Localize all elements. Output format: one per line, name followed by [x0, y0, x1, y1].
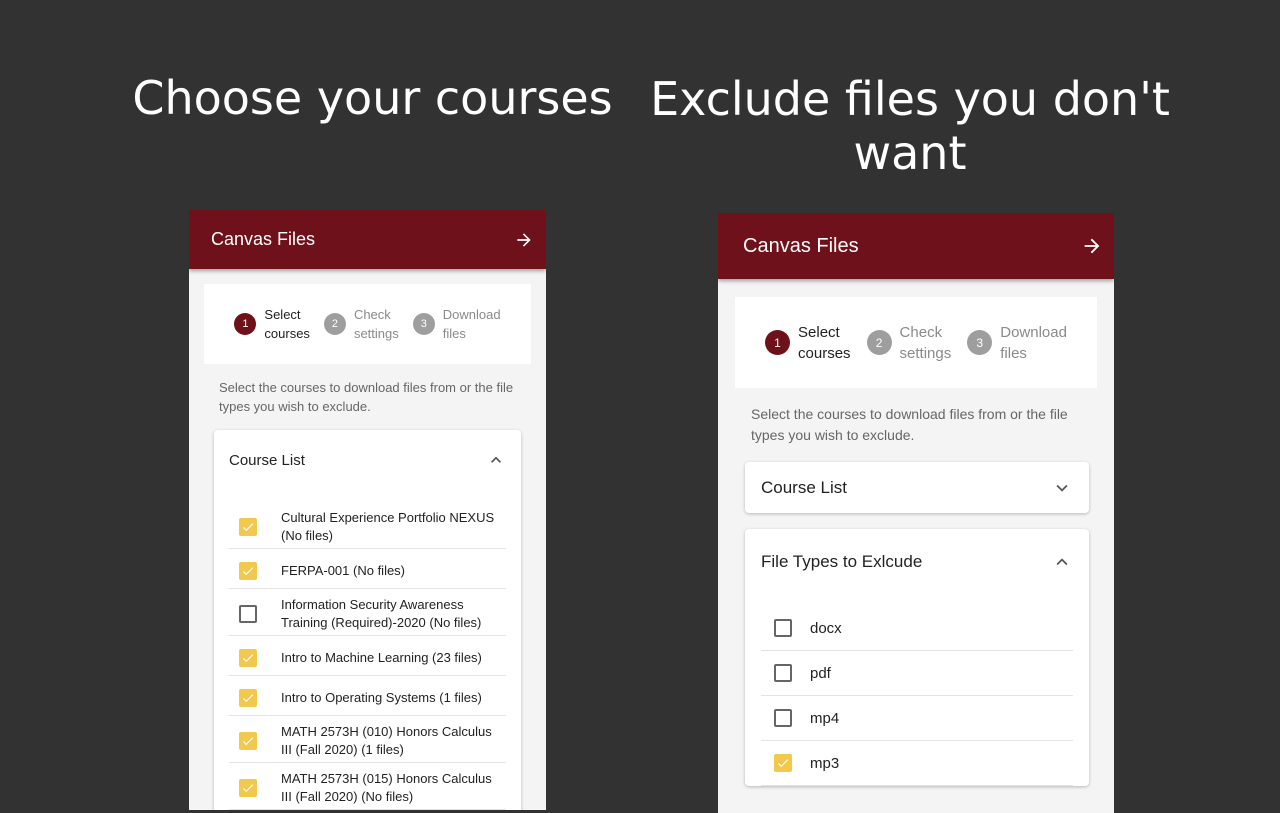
- headline-exclude-files: Exclude files you don't want: [650, 72, 1170, 180]
- file-type-item[interactable]: mp4: [761, 696, 1073, 741]
- checkbox-unchecked[interactable]: [239, 605, 257, 623]
- course-list-title: Course List: [761, 477, 847, 497]
- chevron-up-icon[interactable]: [486, 450, 506, 470]
- step-label: Download files: [1000, 323, 1067, 362]
- course-item-label: Cultural Experience Portfolio NEXUS (No …: [281, 510, 495, 543]
- file-type-list: docx pdf mp4 mp3: [761, 606, 1073, 786]
- course-list-header[interactable]: Course List: [229, 430, 506, 490]
- course-item-label: MATH 2573H (010) Honors Calculus III (Fa…: [281, 724, 492, 757]
- file-type-item-label: docx: [810, 619, 842, 637]
- step-download-files[interactable]: 3 Download files: [967, 322, 1067, 364]
- checkbox-checked[interactable]: [239, 688, 257, 707]
- stepper: 1 Select courses 2 Check settings 3 Downlo…: [204, 284, 531, 364]
- course-item[interactable]: Information Security Awareness Training …: [229, 589, 506, 636]
- description-text: Select the courses to download files fro…: [219, 380, 514, 414]
- checkbox-checked[interactable]: [239, 648, 257, 667]
- course-item[interactable]: MATH 2573H (015) Honors Calculus III (Fa…: [229, 763, 506, 810]
- step-label: Check settings: [353, 307, 399, 341]
- file-type-item-label: mp3: [810, 754, 840, 772]
- file-types-panel: File Types to Exlcude docx pdf mp4 mp3: [745, 529, 1089, 786]
- checkbox-unchecked[interactable]: [774, 709, 792, 727]
- checkbox-checked[interactable]: [774, 754, 792, 772]
- step-label: Check settings: [899, 323, 952, 362]
- step-label: Select courses: [264, 307, 310, 341]
- course-list-title: Course List: [229, 451, 305, 469]
- step-number: 1: [765, 330, 791, 355]
- file-type-item[interactable]: mp3: [761, 741, 1073, 786]
- description-text: Select the courses to download files fro…: [751, 406, 1068, 443]
- step-number: 2: [866, 330, 892, 355]
- arrow-right-icon[interactable]: [514, 230, 534, 250]
- checkbox-unchecked[interactable]: [774, 664, 792, 682]
- chevron-up-icon[interactable]: [1051, 551, 1073, 573]
- popup-panel-file-types: Canvas Files 1 Select courses 2 Check sett…: [718, 213, 1114, 813]
- app-title: Canvas Files: [211, 229, 316, 249]
- checkbox-checked[interactable]: [239, 518, 257, 536]
- checkbox-checked[interactable]: [239, 779, 257, 797]
- course-item-label: MATH 2573H (015) Honors Calculus III (Fa…: [281, 771, 492, 804]
- course-item-label: Intro to Machine Learning (23 files): [281, 649, 482, 665]
- file-type-item-label: pdf: [810, 664, 831, 682]
- course-item[interactable]: Cultural Experience Portfolio NEXUS (No …: [229, 502, 506, 549]
- headline-choose-courses: Choose your courses: [132, 71, 613, 125]
- step-download-files[interactable]: 3 Download files: [412, 305, 501, 343]
- checkbox-checked[interactable]: [239, 732, 257, 750]
- app-bar: Canvas Files: [718, 213, 1114, 279]
- app-title: Canvas Files: [743, 234, 859, 257]
- checkbox-unchecked[interactable]: [774, 619, 792, 637]
- file-type-item[interactable]: pdf: [761, 651, 1073, 696]
- step-label: Download files: [442, 307, 501, 341]
- app-bar: Canvas Files: [189, 210, 546, 269]
- chevron-down-icon[interactable]: [1051, 477, 1073, 499]
- course-item[interactable]: FERPA-001 (No files): [229, 549, 506, 589]
- step-number: 1: [234, 313, 257, 335]
- course-list-header[interactable]: Course List: [761, 462, 1073, 513]
- course-item[interactable]: Intro to Machine Learning (23 files): [229, 636, 506, 676]
- course-item[interactable]: MATH 2573H (010) Honors Calculus III (Fa…: [229, 716, 506, 763]
- step-check-settings[interactable]: 2 Check settings: [323, 305, 399, 343]
- step-number: 3: [412, 313, 435, 335]
- course-list-panel: Course List Cultural Experience Portfoli…: [214, 430, 521, 810]
- step-check-settings[interactable]: 2 Check settings: [866, 322, 952, 364]
- step-select-courses[interactable]: 1 Select courses: [234, 305, 310, 343]
- course-item[interactable]: Intro to Operating Systems (1 files): [229, 676, 506, 716]
- stepper: 1 Select courses 2 Check settings 3 Downlo…: [735, 297, 1097, 388]
- file-type-item-label: mp4: [810, 709, 840, 727]
- arrow-right-icon[interactable]: [1081, 235, 1103, 257]
- checkbox-checked[interactable]: [239, 561, 257, 580]
- file-types-title: File Types to Exlcude: [761, 552, 923, 571]
- step-number: 2: [323, 313, 346, 335]
- course-item-label: Information Security Awareness Training …: [281, 597, 482, 630]
- popup-panel-courses: Canvas Files 1 Select courses 2 Check sett…: [189, 210, 546, 810]
- file-type-item[interactable]: docx: [761, 606, 1073, 651]
- step-label: Select courses: [798, 323, 851, 362]
- step-number: 3: [967, 330, 993, 355]
- course-list: Cultural Experience Portfolio NEXUS (No …: [229, 502, 506, 810]
- course-item-label: FERPA-001 (No files): [281, 562, 406, 578]
- course-item-label: Intro to Operating Systems (1 files): [281, 689, 482, 705]
- course-list-panel: Course List: [745, 462, 1089, 513]
- file-types-header[interactable]: File Types to Exlcude: [761, 529, 1073, 595]
- step-select-courses[interactable]: 1 Select courses: [765, 322, 851, 364]
